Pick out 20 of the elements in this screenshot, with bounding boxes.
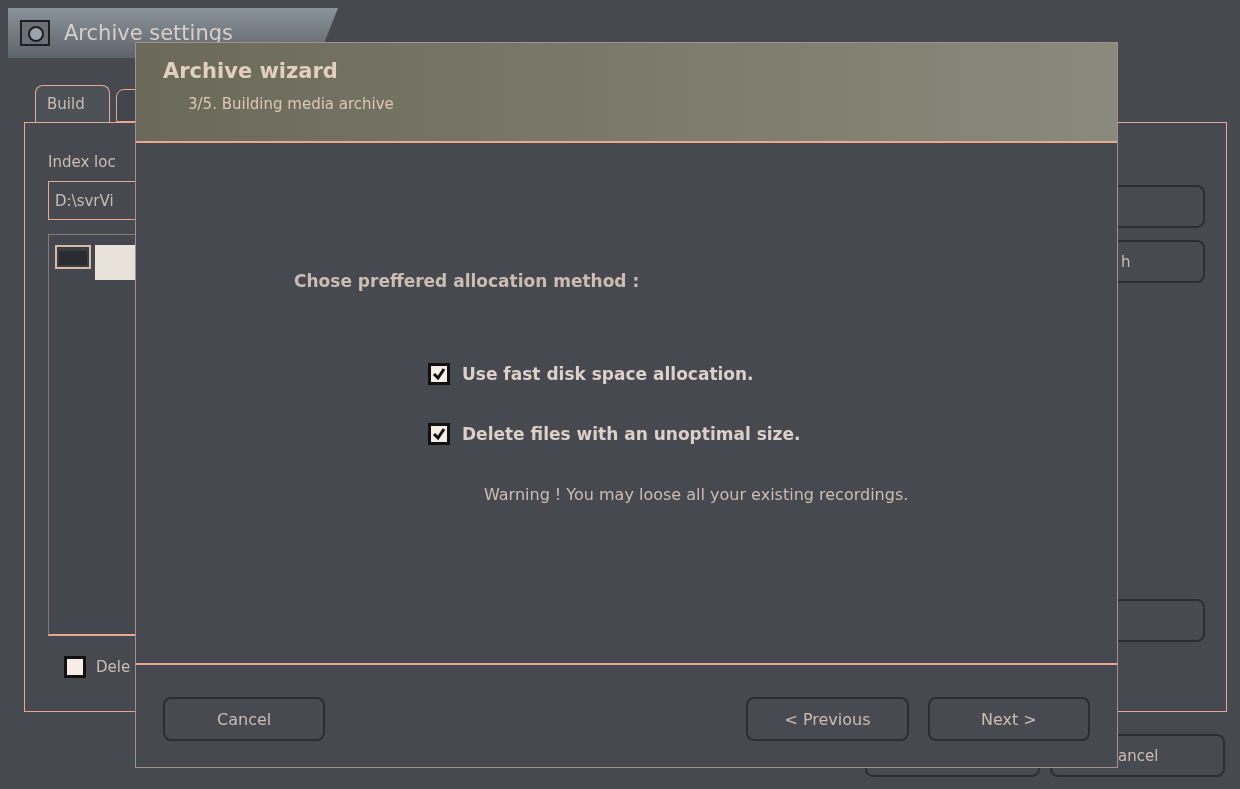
window-title: Archive settings	[64, 21, 233, 45]
option-label: Delete files with an unoptimal size.	[462, 424, 801, 444]
check-icon	[432, 367, 446, 381]
checkbox[interactable]	[64, 656, 86, 678]
wizard-button[interactable]: < Previous	[746, 697, 909, 741]
wizard-button[interactable]: Cancel	[163, 697, 326, 741]
wizard-step: 3/5. Building media archive	[188, 95, 394, 113]
camera-icon	[20, 20, 50, 46]
checkbox[interactable]	[428, 423, 450, 445]
window-icon	[55, 245, 91, 269]
checkbox-label: Dele	[96, 658, 131, 676]
check-icon	[432, 427, 446, 441]
prompt-text: Chose preffered allocation method :	[294, 271, 640, 291]
tab[interactable]: Build	[35, 85, 110, 122]
wizard-button[interactable]: Next >	[927, 697, 1090, 741]
wizard-title: Archive wizard	[163, 59, 338, 83]
checkbox[interactable]	[428, 363, 450, 385]
warning-text: Warning ! You may loose all your existing recordings.	[484, 485, 909, 504]
index-label: Index loc	[48, 153, 117, 171]
option-label: Use fast disk space allocation.	[462, 364, 754, 384]
